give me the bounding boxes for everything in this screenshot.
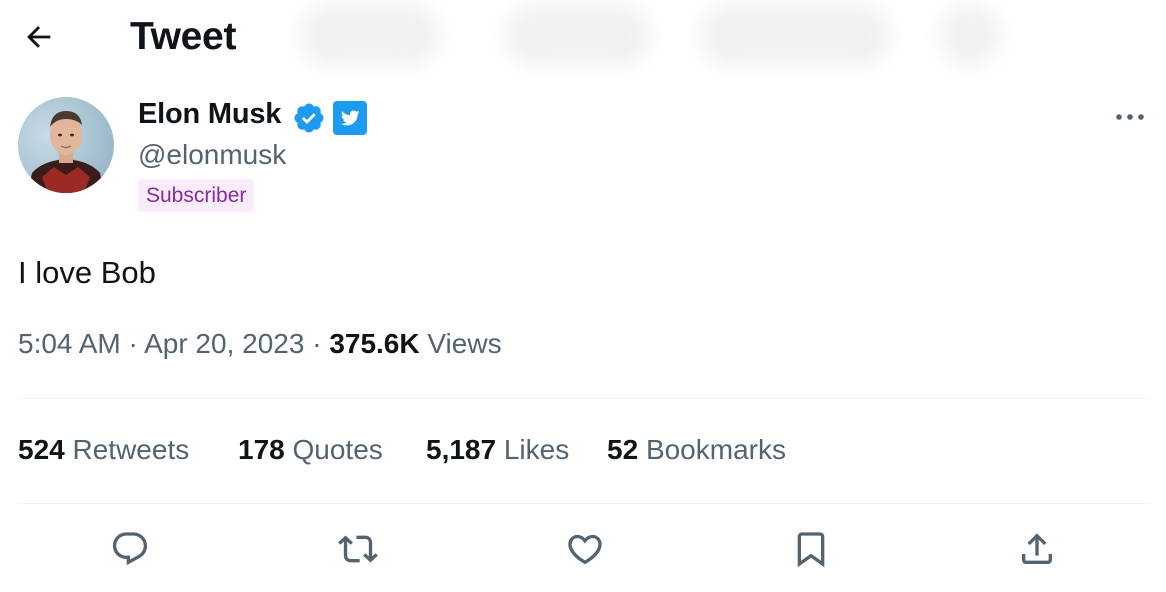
subscriber-badge: Subscriber [138,179,255,212]
page-title: Tweet [130,15,237,58]
like-button[interactable] [562,528,608,574]
blurred-nav-element [505,4,650,66]
tweet-date[interactable]: Apr 20, 2023 [144,328,304,359]
share-icon [1017,529,1057,574]
back-button[interactable] [14,14,64,64]
views-label: Views [427,328,502,359]
likes-count: 5,187 [426,434,497,465]
separator-dot: · [304,328,330,359]
tweet-meta: 5:04 AM · Apr 20, 2023 · 375.6K Views [18,328,502,360]
views-count: 375.6K [329,328,420,359]
author-display-name[interactable]: Elon Musk [138,98,281,131]
bookmark-icon [791,529,831,574]
retweets-count: 524 [18,434,65,465]
tweet-time[interactable]: 5:04 AM [18,328,121,359]
more-horizontal-icon [1114,109,1146,127]
arrow-left-icon [22,20,56,59]
retweets-label: Retweets [72,434,190,465]
separator-dot: · [120,328,145,359]
quotes-stat[interactable]: 178 Quotes [238,434,383,466]
likes-stat[interactable]: 5,187 Likes [426,434,569,466]
verified-badge-icon[interactable] [292,101,326,135]
top-header: Tweet [0,0,1166,78]
divider [18,503,1150,504]
likes-label: Likes [503,434,570,465]
reply-button[interactable] [107,528,153,574]
blurred-nav-element [700,4,890,66]
author-handle[interactable]: @elonmusk [138,139,286,171]
divider [18,398,1150,399]
share-button[interactable] [1014,528,1060,574]
retweets-stat[interactable]: 524 Retweets [18,434,189,466]
avatar[interactable] [18,97,114,193]
bookmarks-stat[interactable]: 52 Bookmarks [607,434,786,466]
quotes-label: Quotes [292,434,383,465]
retweet-icon [338,529,378,574]
more-options-button[interactable] [1108,100,1152,136]
twitter-logo-icon[interactable] [333,101,367,135]
retweet-button[interactable] [335,528,381,574]
tweet-text: I love Bob [18,255,156,290]
like-icon [565,529,605,574]
quotes-count: 178 [238,434,285,465]
blurred-nav-element [940,4,1000,66]
bookmarks-label: Bookmarks [645,434,786,465]
blurred-nav-element [300,4,440,66]
bookmarks-count: 52 [607,434,639,465]
reply-icon [110,529,150,574]
bookmark-button[interactable] [788,528,834,574]
